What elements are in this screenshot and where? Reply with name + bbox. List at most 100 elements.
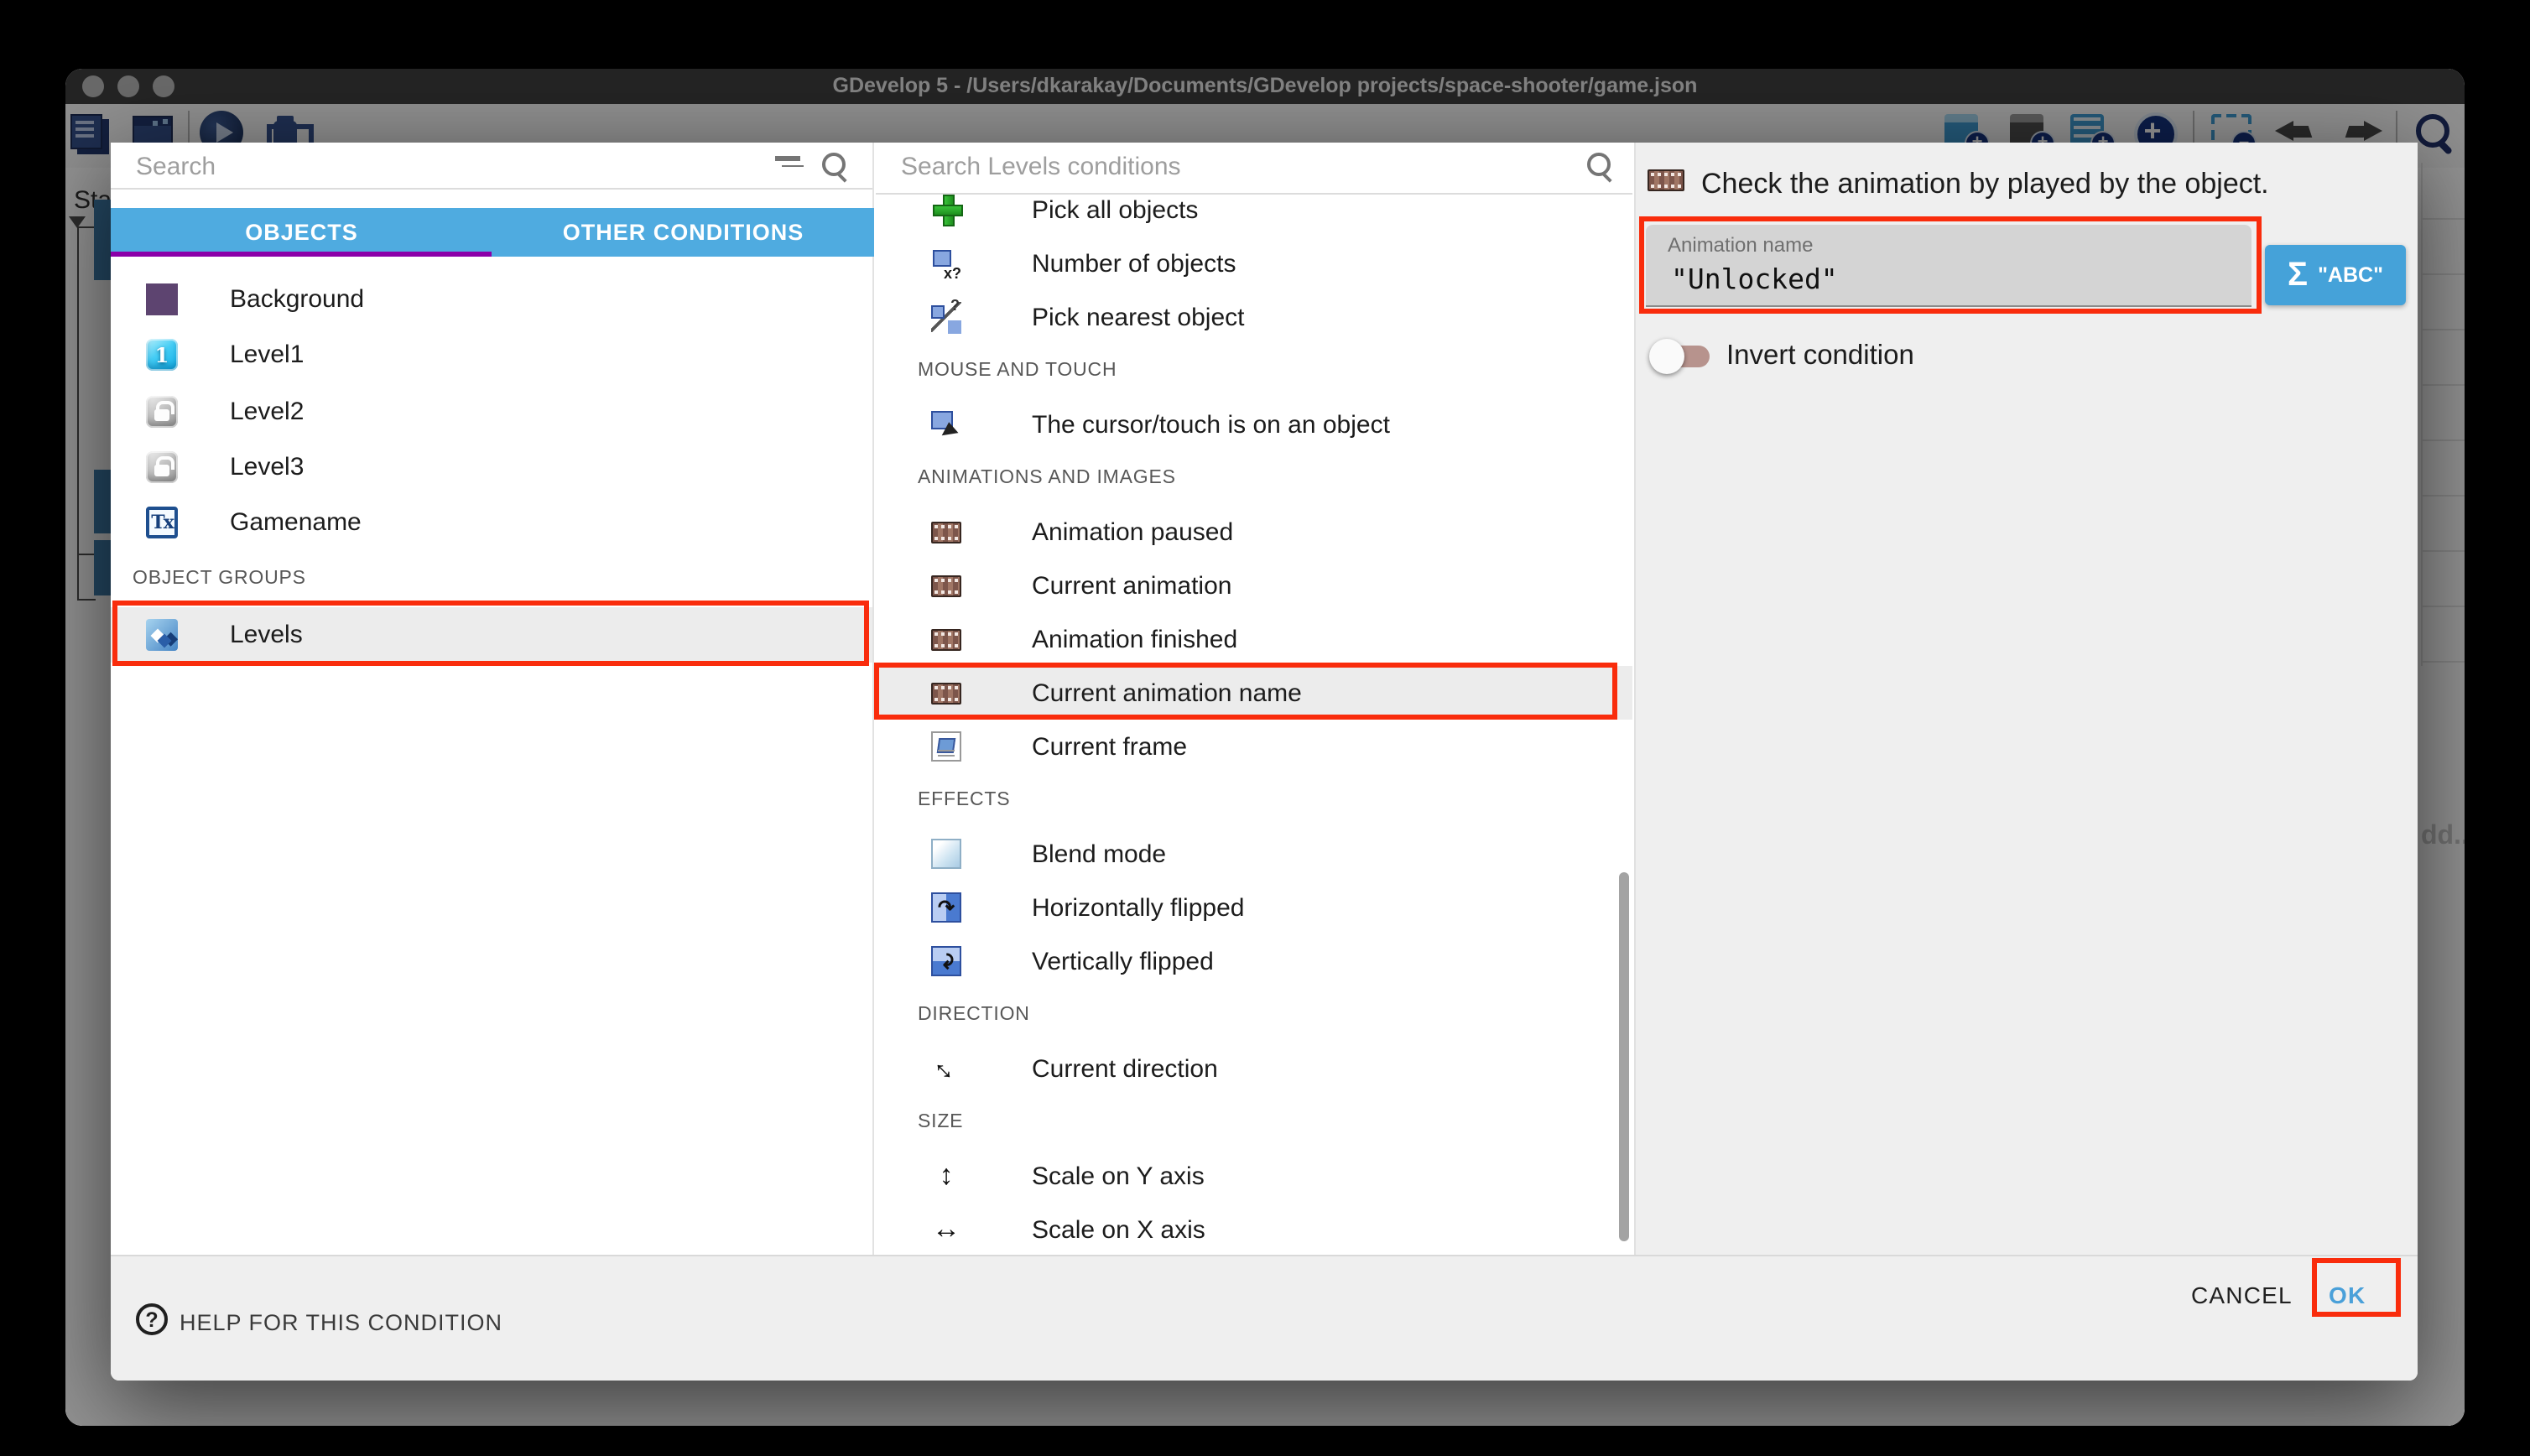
film-strip-icon — [931, 682, 961, 704]
objects-search-input[interactable] — [133, 146, 772, 186]
objects-panel: OBJECTS OTHER CONDITIONS Background Level… — [111, 143, 874, 1255]
pick-all-objects-icon — [931, 195, 961, 225]
parameters-panel: Check the animation by played by the obj… — [1634, 143, 2418, 1255]
condition-item[interactable]: The cursor/touch is on an object — [876, 398, 1632, 451]
object-groups-header: OBJECT GROUPS — [111, 551, 872, 607]
current-direction-icon — [931, 1053, 961, 1084]
expression-button-label: "ABC" — [2318, 263, 2383, 287]
condition-item-label: Pick all objects — [1032, 195, 1198, 224]
help-link[interactable]: HELP FOR THIS CONDITION — [180, 1310, 502, 1335]
locked-level-object-icon — [146, 395, 178, 427]
condition-item[interactable]: Animation finished — [876, 612, 1632, 666]
object-item[interactable]: Level2 — [111, 383, 872, 439]
condition-item[interactable]: Scale on X axis — [876, 1203, 1632, 1255]
object-item-label: Background — [230, 285, 364, 314]
level1-object-icon — [146, 340, 178, 372]
condition-item-label: Current animation — [1032, 571, 1231, 600]
desktop: GDevelop 5 - /Users/dkarakay/Documents/G… — [0, 0, 2530, 1456]
condition-item-label: Blend mode — [1032, 840, 1166, 868]
condition-item-label: Current frame — [1032, 732, 1187, 761]
scrollbar-thumb[interactable] — [1619, 872, 1629, 1241]
help-circle-icon[interactable]: ? — [136, 1303, 168, 1335]
film-strip-icon — [931, 628, 961, 650]
object-item[interactable]: Gamename — [111, 495, 872, 551]
ok-button[interactable]: OK — [2329, 1282, 2366, 1308]
current-frame-icon — [931, 731, 961, 762]
condition-item[interactable]: Current frame — [876, 720, 1632, 773]
condition-item-label: Current animation name — [1032, 679, 1302, 707]
tab-other-conditions[interactable]: OTHER CONDITIONS — [492, 208, 874, 257]
condition-item-label: Scale on Y axis — [1032, 1162, 1205, 1190]
objects-list: Background Level1 Level2 Level3 Gamename OBJE… — [111, 257, 872, 663]
dialog-footer: ? HELP FOR THIS CONDITION CANCEL OK — [111, 1255, 2418, 1381]
condition-item-label: Animation paused — [1032, 517, 1233, 546]
conditions-list: Pick all objects Number of objects Pick ne… — [876, 195, 1632, 1255]
invert-condition-toggle[interactable] — [1649, 344, 1713, 369]
search-icon — [822, 153, 851, 181]
number-of-objects-icon — [931, 248, 961, 278]
background-object-icon — [146, 283, 178, 315]
tab-objects[interactable]: OBJECTS — [111, 208, 492, 257]
condition-item[interactable]: Pick nearest object — [876, 290, 1632, 344]
condition-item-label: Scale on X axis — [1032, 1215, 1205, 1244]
field-label: Animation name — [1668, 232, 2230, 256]
objects-search-row — [111, 143, 872, 188]
invert-condition-label: Invert condition — [1726, 341, 1914, 372]
film-strip-icon — [931, 575, 961, 596]
object-item[interactable]: Level3 — [111, 439, 872, 496]
sigma-icon: Σ — [2288, 256, 2308, 294]
conditions-panel: Pick all objects Number of objects Pick ne… — [876, 143, 1632, 1255]
scale-x-icon — [931, 1214, 961, 1245]
object-item[interactable]: Background — [111, 272, 872, 328]
condition-section-header: SIZE — [876, 1095, 1632, 1149]
condition-item[interactable]: Current animation name — [876, 666, 1632, 720]
condition-item-label: Horizontally flipped — [1032, 893, 1244, 922]
condition-item-label: Animation finished — [1032, 625, 1237, 653]
object-item[interactable]: Level1 — [111, 328, 872, 384]
film-strip-icon — [1648, 169, 1684, 191]
condition-section-header: ANIMATIONS AND IMAGES — [876, 451, 1632, 505]
condition-item[interactable]: Pick all objects — [876, 195, 1632, 237]
animation-name-input[interactable] — [1668, 261, 2230, 296]
blend-mode-icon — [931, 839, 961, 869]
condition-item[interactable]: Current animation — [876, 559, 1632, 612]
conditions-search-row — [876, 143, 1632, 188]
animation-name-field[interactable]: Animation name — [1646, 224, 2251, 307]
filter-icon[interactable] — [775, 154, 800, 176]
condition-item[interactable]: Animation paused — [876, 505, 1632, 559]
condition-editor-dialog: OBJECTS OTHER CONDITIONS Background Level… — [111, 143, 2418, 1381]
cancel-button[interactable]: CANCEL — [2191, 1282, 2293, 1308]
conditions-search-input[interactable] — [898, 146, 1565, 186]
condition-item-label: Current direction — [1032, 1054, 1218, 1083]
conditions-list-viewport: Pick all objects Number of objects Pick ne… — [876, 195, 1632, 1255]
condition-item[interactable]: Horizontally flipped — [876, 881, 1632, 934]
object-group-item[interactable]: Levels — [111, 607, 872, 663]
locked-level-object-icon — [146, 451, 178, 483]
condition-section-header: MOUSE AND TOUCH — [876, 344, 1632, 398]
condition-item[interactable]: Blend mode — [876, 827, 1632, 881]
condition-section-header: DIRECTION — [876, 988, 1632, 1042]
objects-group-icon — [146, 619, 178, 651]
condition-item[interactable]: Current direction — [876, 1042, 1632, 1095]
condition-item[interactable]: Number of objects — [876, 237, 1632, 290]
cursor-on-object-icon — [931, 409, 961, 439]
condition-item[interactable]: Scale on Y axis — [876, 1149, 1632, 1203]
condition-item-label: Number of objects — [1032, 249, 1236, 278]
vertical-flip-icon — [931, 946, 961, 976]
condition-item[interactable]: Vertically flipped — [876, 934, 1632, 988]
object-item-label: Level2 — [230, 397, 304, 425]
condition-item-label: The cursor/touch is on an object — [1032, 410, 1390, 439]
condition-section-header: EFFECTS — [876, 773, 1632, 827]
film-strip-icon — [931, 521, 961, 543]
object-item-label: Level1 — [230, 341, 304, 370]
object-item-label: Level3 — [230, 453, 304, 481]
pick-nearest-object-icon — [931, 302, 961, 332]
search-icon — [1587, 153, 1616, 181]
object-group-item-label: Levels — [230, 621, 303, 649]
instruction-text: Check the animation by played by the obj… — [1701, 143, 2404, 226]
horizontal-flip-icon — [931, 892, 961, 923]
expression-editor-button[interactable]: Σ "ABC" — [2265, 245, 2406, 305]
object-item-label: Gamename — [230, 509, 362, 538]
scale-y-icon — [931, 1161, 961, 1191]
condition-item-label: Vertically flipped — [1032, 947, 1214, 975]
